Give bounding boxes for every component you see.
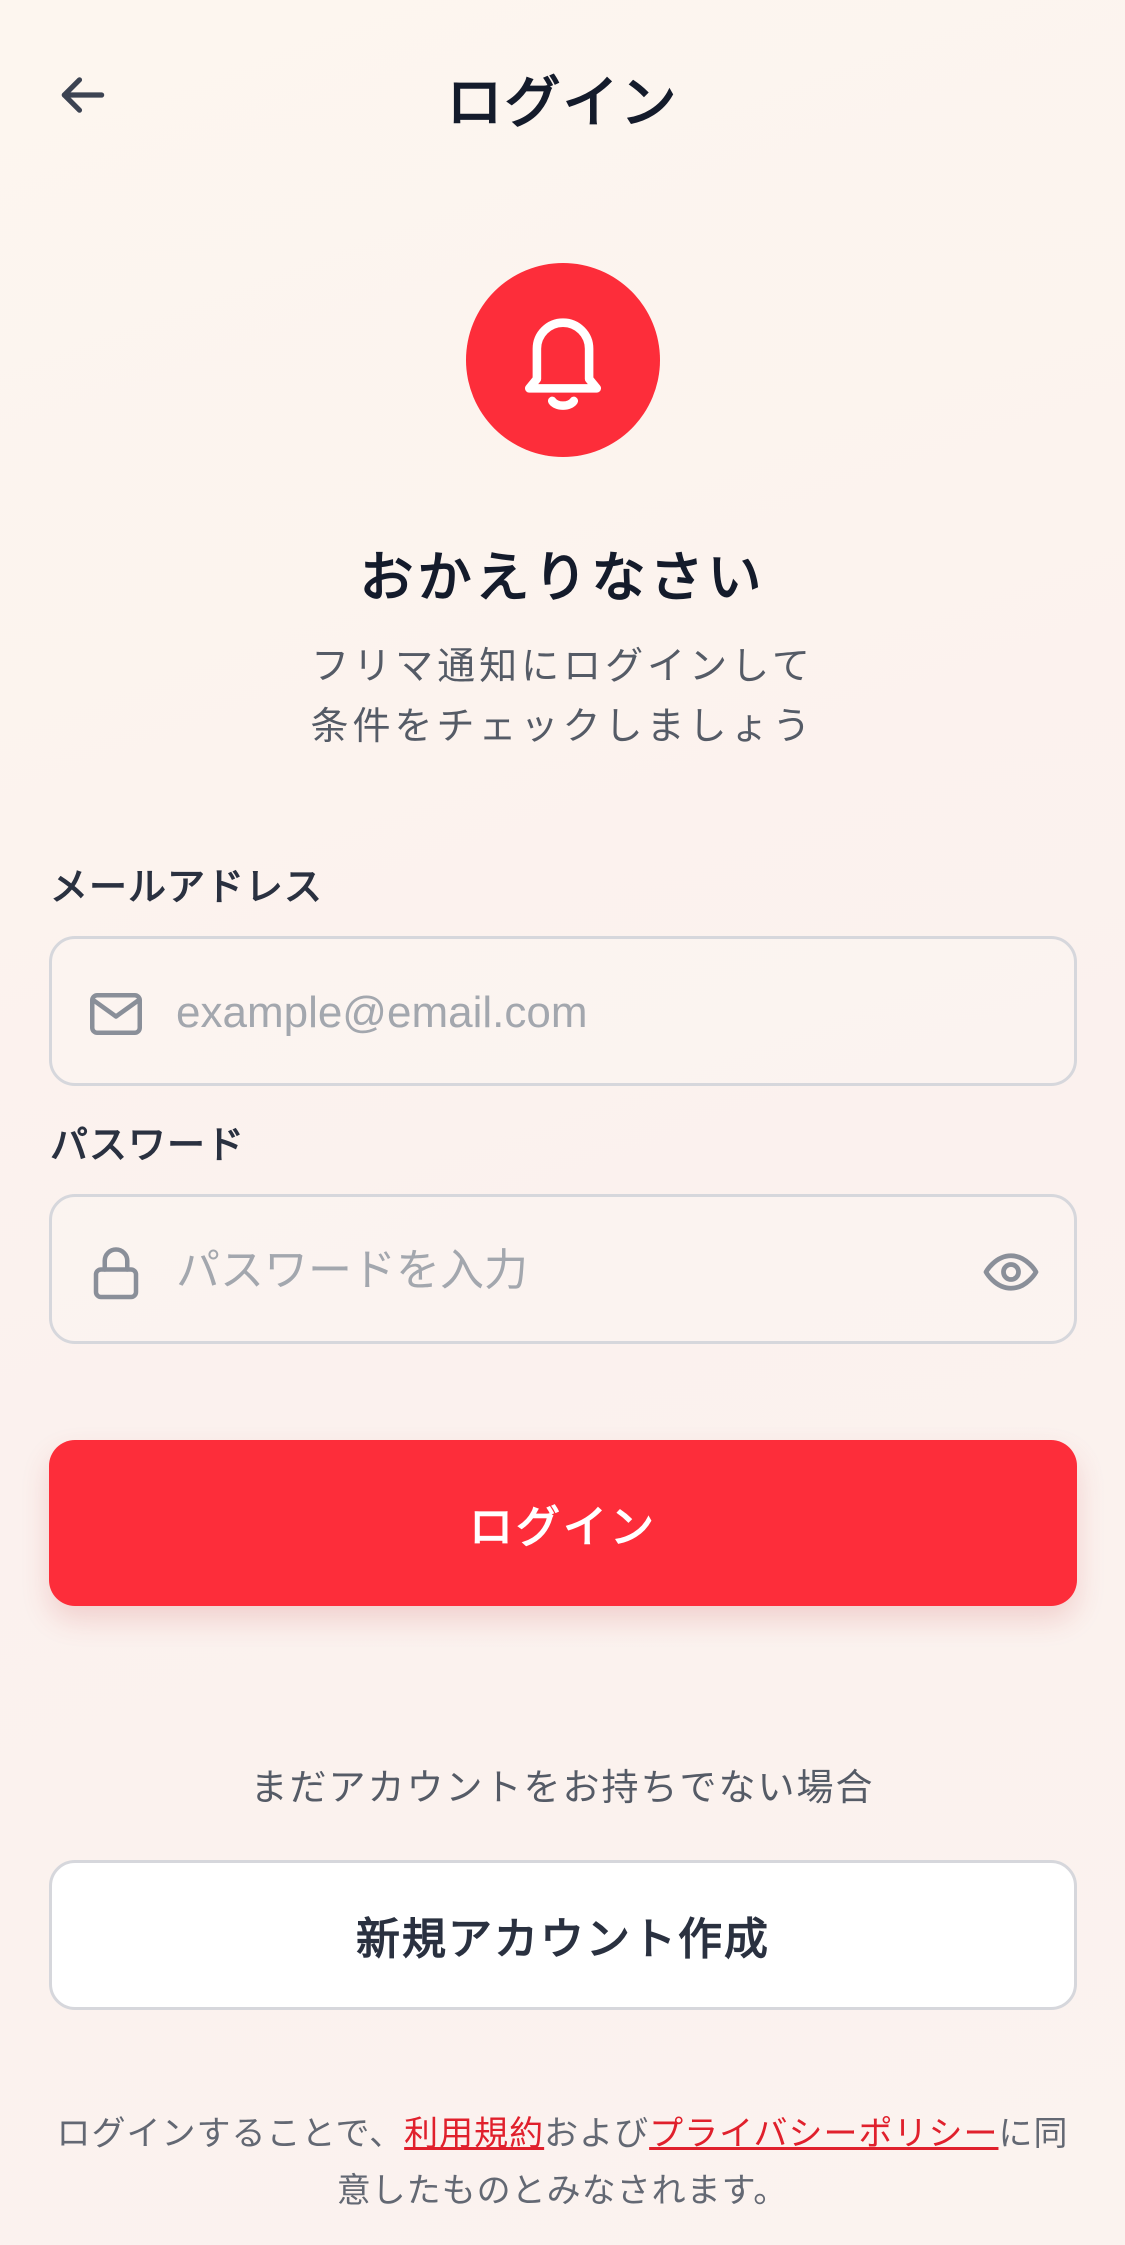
subtitle-line-1: フリマ通知にログインして bbox=[311, 644, 814, 688]
legal-middle: および bbox=[544, 2114, 650, 2154]
email-field[interactable] bbox=[49, 936, 1077, 1086]
page-title: ログイン bbox=[446, 71, 679, 136]
email-label: メールアドレス bbox=[50, 865, 324, 909]
password-label: パスワード bbox=[50, 1123, 246, 1167]
create-account-button[interactable]: 新規アカウント作成 bbox=[49, 1860, 1077, 2010]
hero-bell-badge bbox=[466, 263, 660, 457]
login-button[interactable]: ログイン bbox=[49, 1440, 1077, 1606]
bell-icon bbox=[524, 318, 602, 410]
welcome-heading: おかえりなさい bbox=[359, 546, 766, 609]
subtitle-line-2: 条件をチェックしましょう bbox=[310, 704, 815, 748]
password-input[interactable] bbox=[176, 1241, 916, 1301]
privacy-policy-link[interactable]: プライバシーポリシー bbox=[649, 2114, 998, 2154]
welcome-subtitle: フリマ通知にログインして 条件をチェックしましょう bbox=[0, 636, 1125, 756]
eye-icon bbox=[983, 1253, 1039, 1291]
lock-icon bbox=[86, 1242, 146, 1302]
legal-prefix: ログインすることで、 bbox=[56, 2114, 405, 2154]
email-input[interactable] bbox=[176, 983, 996, 1043]
password-visibility-toggle[interactable] bbox=[978, 1239, 1044, 1305]
legal-notice: ログインすることで、利用規約およびプライバシーポリシーに同意したものとみなされま… bbox=[40, 2106, 1085, 2220]
password-field[interactable] bbox=[49, 1194, 1077, 1344]
mail-icon bbox=[86, 984, 146, 1044]
app-header: ログイン bbox=[0, 0, 1125, 190]
terms-link[interactable]: 利用規約 bbox=[404, 2114, 544, 2154]
no-account-prompt: まだアカウントをお持ちでない場合 bbox=[250, 1766, 875, 1809]
